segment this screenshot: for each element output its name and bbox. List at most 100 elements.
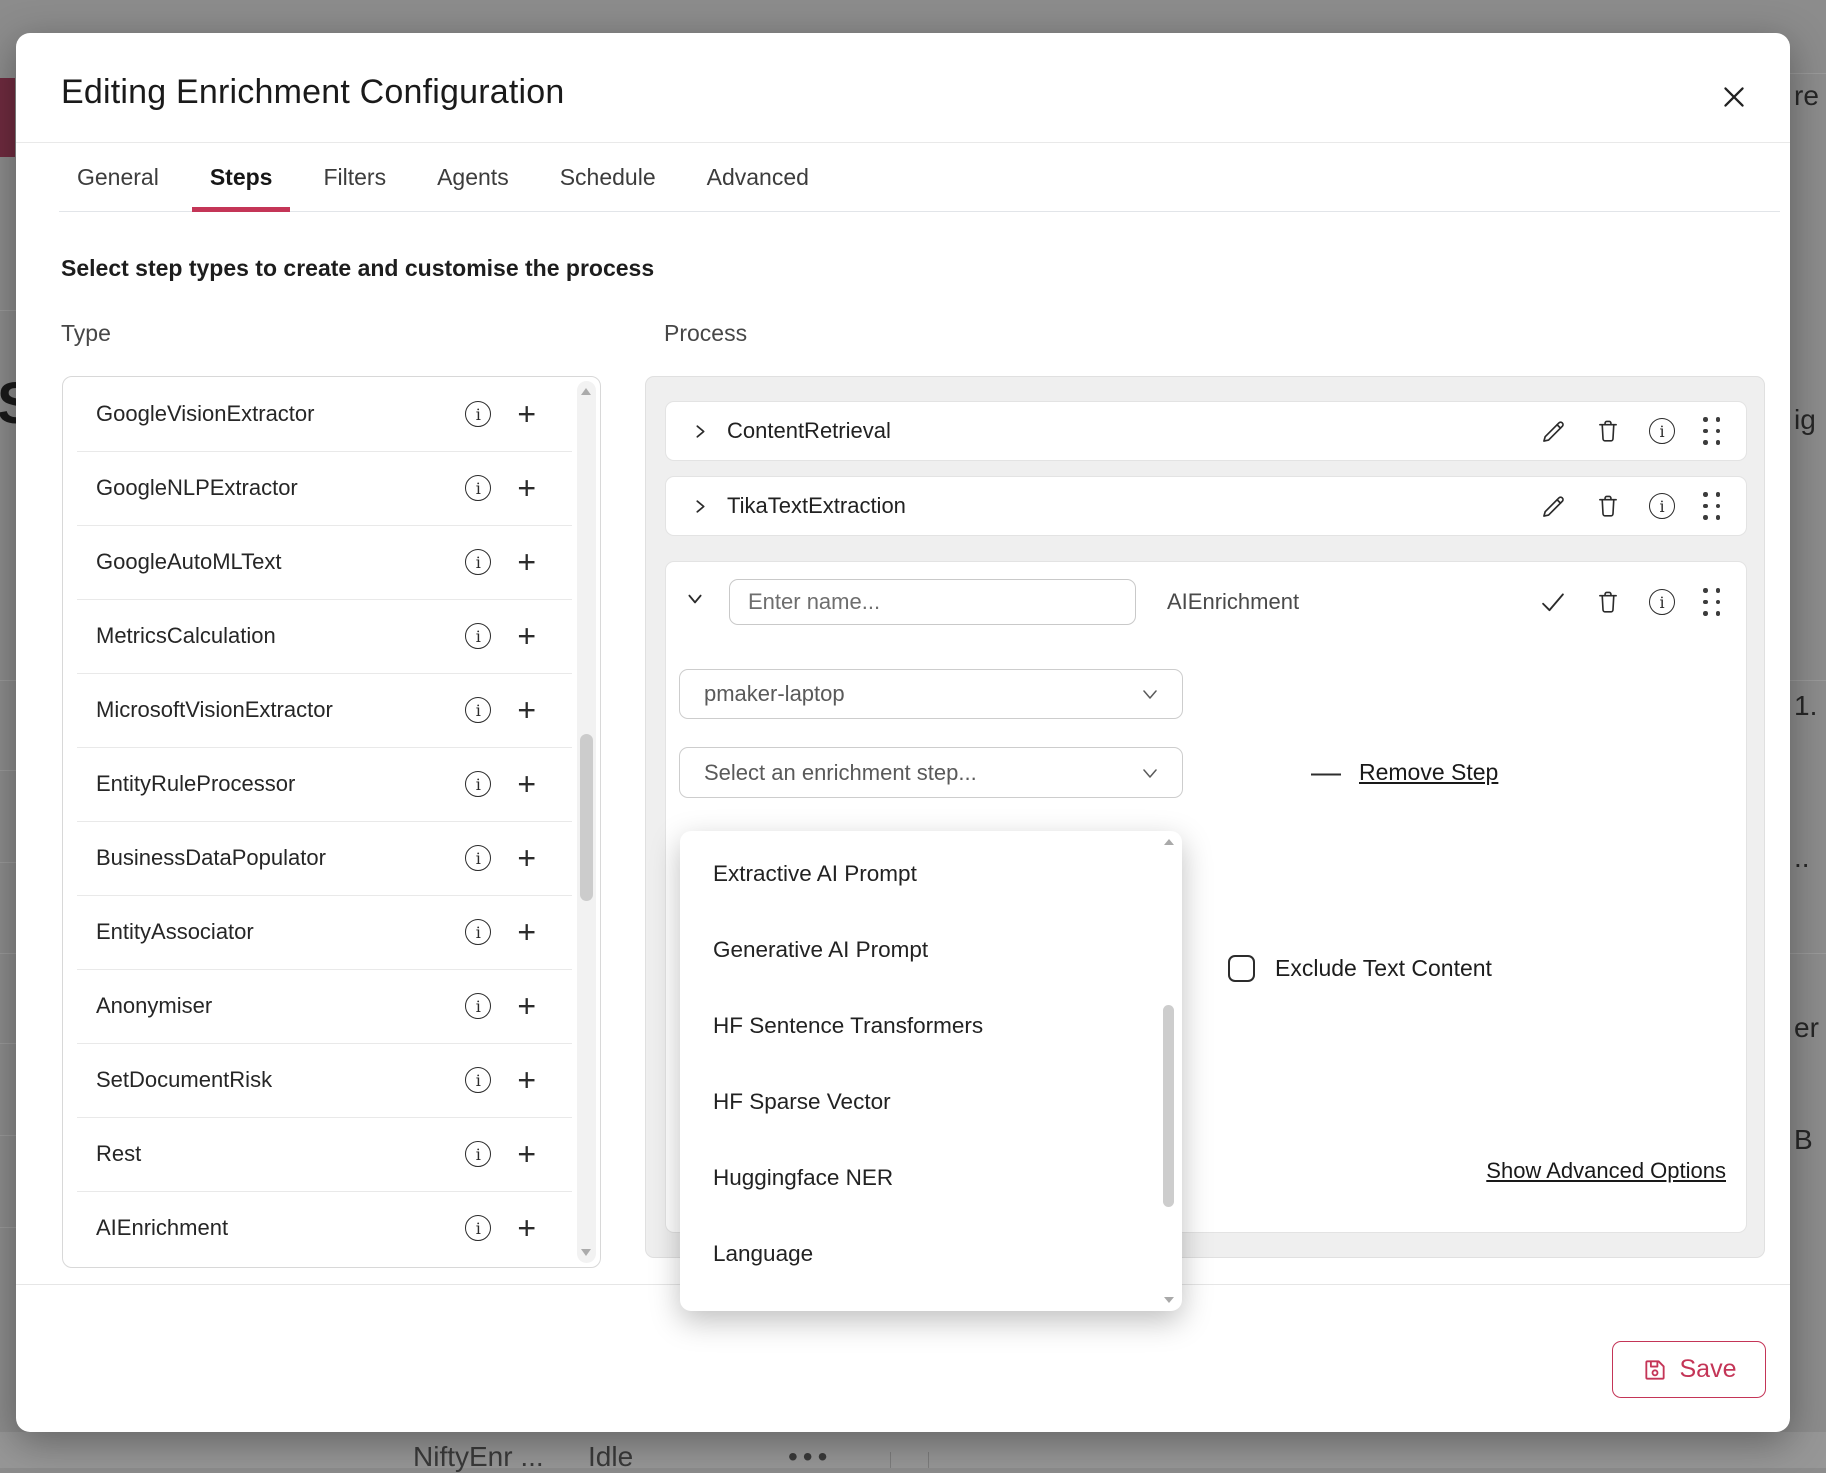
- add-step-icon[interactable]: +: [517, 1067, 536, 1093]
- confirm-check-icon[interactable]: [1539, 588, 1567, 616]
- minus-icon: —: [1311, 758, 1341, 788]
- step-name-input[interactable]: [729, 579, 1136, 625]
- type-name: MetricsCalculation: [96, 623, 465, 649]
- info-icon[interactable]: i: [465, 771, 491, 797]
- add-step-icon[interactable]: +: [517, 623, 536, 649]
- scrollbar-thumb[interactable]: [580, 734, 593, 902]
- background-text-fragment: ..: [1794, 842, 1826, 874]
- expand-chevron-right-icon[interactable]: [692, 498, 709, 515]
- add-step-icon[interactable]: +: [517, 845, 536, 871]
- save-button[interactable]: Save: [1612, 1341, 1766, 1398]
- dropdown-scrollbar[interactable]: [1161, 837, 1177, 1305]
- add-step-icon[interactable]: +: [517, 475, 536, 501]
- tab-steps[interactable]: Steps: [192, 147, 291, 212]
- drag-handle-icon[interactable]: [1703, 492, 1720, 520]
- edit-pencil-icon[interactable]: [1540, 493, 1567, 520]
- type-name: BusinessDataPopulator: [96, 845, 465, 871]
- show-advanced-options-link[interactable]: Show Advanced Options: [1486, 1158, 1726, 1184]
- info-icon[interactable]: i: [1649, 493, 1675, 519]
- process-column-label: Process: [664, 320, 747, 347]
- dropdown-option[interactable]: HF Sparse Vector: [680, 1064, 1182, 1140]
- enrichment-step-select[interactable]: Select an enrichment step...: [679, 747, 1183, 798]
- add-step-icon[interactable]: +: [517, 1215, 536, 1241]
- info-icon[interactable]: i: [465, 1215, 491, 1241]
- agent-select[interactable]: pmaker-laptop: [679, 669, 1183, 719]
- agent-select-value: pmaker-laptop: [704, 681, 1138, 707]
- delete-trash-icon[interactable]: [1595, 418, 1621, 444]
- dropdown-option[interactable]: Extractive AI Prompt: [680, 836, 1182, 912]
- expand-chevron-right-icon[interactable]: [692, 423, 709, 440]
- type-row: BusinessDataPopulator i +: [63, 821, 600, 895]
- add-step-icon[interactable]: +: [517, 993, 536, 1019]
- divider: [0, 1227, 16, 1228]
- type-row: GoogleAutoMLText i +: [63, 525, 600, 599]
- divider: [0, 862, 16, 863]
- info-icon[interactable]: i: [1649, 589, 1675, 615]
- dropdown-option[interactable]: HF Sentence Transformers: [680, 988, 1182, 1064]
- type-column-label: Type: [61, 320, 111, 347]
- exclude-text-content-checkbox[interactable]: [1228, 955, 1255, 982]
- add-step-icon[interactable]: +: [517, 1141, 536, 1167]
- dialog-tabs: General Steps Filters Agents Schedule Ad…: [59, 147, 1780, 212]
- add-step-icon[interactable]: +: [517, 919, 536, 945]
- tab-general[interactable]: General: [59, 147, 177, 212]
- info-icon[interactable]: i: [465, 401, 491, 427]
- scrollbar-thumb[interactable]: [1163, 1005, 1174, 1206]
- add-step-icon[interactable]: +: [517, 401, 536, 427]
- tab-schedule[interactable]: Schedule: [542, 147, 674, 212]
- type-row: GoogleVisionExtractor i +: [63, 377, 600, 451]
- edit-pencil-icon[interactable]: [1540, 418, 1567, 445]
- process-step-tikatextextraction: TikaTextExtraction i: [665, 476, 1747, 536]
- tab-advanced[interactable]: Advanced: [689, 147, 827, 212]
- dropdown-option[interactable]: Huggingface NER: [680, 1140, 1182, 1216]
- enrichment-step-dropdown: Extractive AI Prompt Generative AI Promp…: [680, 831, 1182, 1311]
- remove-step-link[interactable]: Remove Step: [1359, 759, 1498, 786]
- enrichment-select-placeholder: Select an enrichment step...: [704, 760, 1138, 786]
- drag-handle-icon[interactable]: [1703, 417, 1720, 445]
- add-step-icon[interactable]: +: [517, 697, 536, 723]
- dropdown-option[interactable]: Language: [680, 1216, 1182, 1292]
- divider: [0, 310, 16, 311]
- type-row: Anonymiser i +: [63, 969, 600, 1043]
- info-icon[interactable]: i: [465, 475, 491, 501]
- remove-step-row: — Remove Step: [1311, 747, 1498, 798]
- dialog-title: Editing Enrichment Configuration: [61, 73, 564, 112]
- add-step-icon[interactable]: +: [517, 771, 536, 797]
- process-step-contentretrieval: ContentRetrieval i: [665, 401, 1747, 461]
- info-icon[interactable]: i: [1649, 418, 1675, 444]
- row-menu-dots-icon: •••: [788, 1441, 832, 1473]
- delete-trash-icon[interactable]: [1595, 589, 1621, 615]
- info-icon[interactable]: i: [465, 1067, 491, 1093]
- info-icon[interactable]: i: [465, 919, 491, 945]
- info-icon[interactable]: i: [465, 549, 491, 575]
- type-row: GoogleNLPExtractor i +: [63, 451, 600, 525]
- type-list-scrollbar[interactable]: [577, 381, 596, 1263]
- divider: [890, 1452, 891, 1468]
- type-name: Rest: [96, 1141, 465, 1167]
- delete-trash-icon[interactable]: [1595, 493, 1621, 519]
- divider: [0, 770, 16, 771]
- tab-filters[interactable]: Filters: [305, 147, 404, 212]
- type-row: EntityRuleProcessor i +: [63, 747, 600, 821]
- add-step-icon[interactable]: +: [517, 549, 536, 575]
- chevron-down-icon: [1138, 761, 1162, 785]
- info-icon[interactable]: i: [465, 623, 491, 649]
- exclude-text-content-row: Exclude Text Content: [1228, 955, 1492, 982]
- info-icon[interactable]: i: [465, 845, 491, 871]
- divider: [0, 1135, 16, 1136]
- close-button[interactable]: [1712, 75, 1756, 119]
- divider: [16, 142, 1790, 143]
- tab-agents[interactable]: Agents: [419, 147, 527, 212]
- close-icon: [1719, 82, 1749, 112]
- info-icon[interactable]: i: [465, 993, 491, 1019]
- edit-enrichment-dialog: Editing Enrichment Configuration General…: [16, 33, 1790, 1432]
- info-icon[interactable]: i: [465, 697, 491, 723]
- info-icon[interactable]: i: [465, 1141, 491, 1167]
- type-name: EntityAssociator: [96, 919, 465, 945]
- type-name: GoogleVisionExtractor: [96, 401, 465, 427]
- divider: [1790, 680, 1826, 681]
- drag-handle-icon[interactable]: [1703, 588, 1720, 616]
- collapse-chevron-down-icon[interactable]: [686, 590, 704, 611]
- background-text-fragment: re: [1794, 80, 1826, 112]
- dropdown-option[interactable]: Generative AI Prompt: [680, 912, 1182, 988]
